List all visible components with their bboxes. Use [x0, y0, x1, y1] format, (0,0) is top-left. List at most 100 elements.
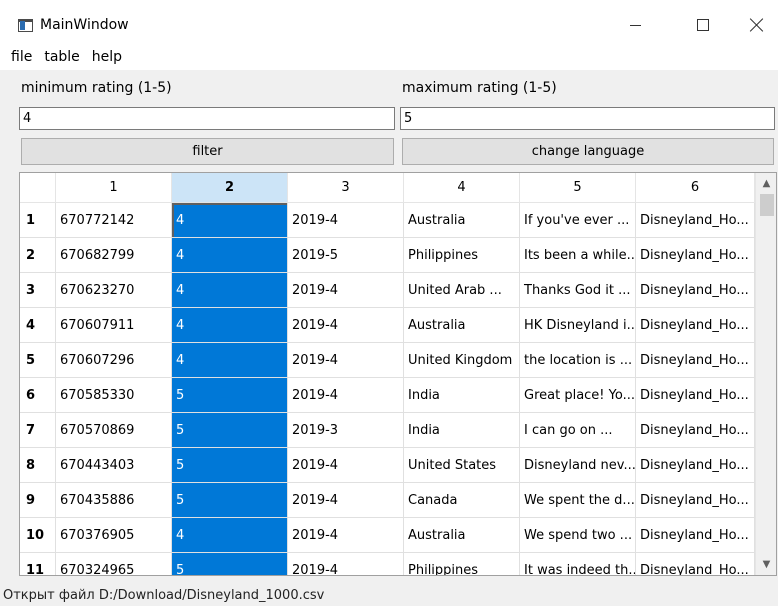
- close-button[interactable]: [734, 10, 778, 40]
- filter-button[interactable]: filter: [21, 138, 394, 165]
- min-rating-input[interactable]: 4: [19, 107, 395, 130]
- table-cell[interactable]: Disneyland_Ho...: [636, 238, 755, 273]
- table-cell[interactable]: 670435886: [56, 483, 172, 518]
- table-cell[interactable]: Disneyland_Ho...: [636, 483, 755, 518]
- table-cell[interactable]: 4: [172, 273, 288, 308]
- table-cell[interactable]: Disneyland nev...: [520, 448, 636, 483]
- table-cell[interactable]: Australia: [404, 203, 520, 238]
- table-cell[interactable]: 4: [172, 343, 288, 378]
- table-cell[interactable]: 5: [172, 448, 288, 483]
- table-cell[interactable]: 670623270: [56, 273, 172, 308]
- table-cell[interactable]: Disneyland_Ho...: [636, 413, 755, 448]
- table-cell[interactable]: Australia: [404, 518, 520, 553]
- column-header-2[interactable]: 2: [172, 173, 288, 203]
- table-cell[interactable]: Disneyland_Ho...: [636, 518, 755, 553]
- table-cell[interactable]: 2019-4: [288, 483, 404, 518]
- table-cell[interactable]: We spend two ...: [520, 518, 636, 553]
- data-table[interactable]: 1 2 3 4 5 6 1 670772142 4 2019-4 Australia If…: [19, 172, 777, 576]
- close-icon: [750, 18, 764, 32]
- table-cell[interactable]: 2019-3: [288, 413, 404, 448]
- table-cell[interactable]: Canada: [404, 483, 520, 518]
- table-cell[interactable]: 670570869: [56, 413, 172, 448]
- row-header[interactable]: 7: [20, 413, 56, 448]
- table-cell[interactable]: 2019-4: [288, 343, 404, 378]
- table-cell[interactable]: Disneyland_Ho...: [636, 553, 755, 575]
- table-cell[interactable]: 670443403: [56, 448, 172, 483]
- table-cell[interactable]: 670585330: [56, 378, 172, 413]
- table-cell[interactable]: 670324965: [56, 553, 172, 575]
- row-header[interactable]: 9: [20, 483, 56, 518]
- table-cell[interactable]: 4: [172, 518, 288, 553]
- table-cell[interactable]: Its been a while...: [520, 238, 636, 273]
- table-cell[interactable]: 5: [172, 483, 288, 518]
- table-cell[interactable]: Thanks God it ...: [520, 273, 636, 308]
- table-cell[interactable]: India: [404, 378, 520, 413]
- table-cell[interactable]: 2019-4: [288, 448, 404, 483]
- column-header-1[interactable]: 1: [56, 173, 172, 203]
- row-header[interactable]: 2: [20, 238, 56, 273]
- table-cell[interactable]: 4: [172, 238, 288, 273]
- table-cell[interactable]: United Arab ...: [404, 273, 520, 308]
- maximize-button[interactable]: [680, 10, 726, 40]
- table-cell[interactable]: 4: [172, 308, 288, 343]
- row-header[interactable]: 8: [20, 448, 56, 483]
- table-cell[interactable]: 670376905: [56, 518, 172, 553]
- table-cell[interactable]: If you've ever ...: [520, 203, 636, 238]
- table-cell[interactable]: 670682799: [56, 238, 172, 273]
- menu-file[interactable]: file: [6, 47, 37, 67]
- table-cell[interactable]: India: [404, 413, 520, 448]
- column-header-4[interactable]: 4: [404, 173, 520, 203]
- row-header[interactable]: 4: [20, 308, 56, 343]
- table-cell[interactable]: the location is ...: [520, 343, 636, 378]
- table-cell[interactable]: Australia: [404, 308, 520, 343]
- row-header[interactable]: 10: [20, 518, 56, 553]
- table-cell[interactable]: 2019-4: [288, 203, 404, 238]
- table-cell[interactable]: 4: [172, 203, 288, 238]
- column-header-6[interactable]: 6: [636, 173, 755, 203]
- row-header[interactable]: 1: [20, 203, 56, 238]
- table-cell[interactable]: 2019-4: [288, 553, 404, 575]
- table-cell[interactable]: United Kingdom: [404, 343, 520, 378]
- table-cell[interactable]: 5: [172, 413, 288, 448]
- change-language-button[interactable]: change language: [402, 138, 774, 165]
- chevron-up-icon[interactable]: ▲: [756, 175, 776, 192]
- table-cell[interactable]: United States: [404, 448, 520, 483]
- table-cell[interactable]: Philippines: [404, 238, 520, 273]
- table-cell[interactable]: 2019-5: [288, 238, 404, 273]
- corner-header[interactable]: [20, 173, 56, 203]
- minimize-button[interactable]: [612, 10, 658, 40]
- table-cell[interactable]: We spent the d...: [520, 483, 636, 518]
- table-cell[interactable]: 670607911: [56, 308, 172, 343]
- row-header[interactable]: 11: [20, 553, 56, 575]
- table-cell[interactable]: 670772142: [56, 203, 172, 238]
- vertical-scrollbar[interactable]: ▲ ▼: [755, 173, 776, 575]
- table-cell[interactable]: Disneyland_Ho...: [636, 308, 755, 343]
- table-cell[interactable]: 5: [172, 378, 288, 413]
- table-cell[interactable]: 2019-4: [288, 518, 404, 553]
- table-cell[interactable]: Disneyland_Ho...: [636, 273, 755, 308]
- table-cell[interactable]: 5: [172, 553, 288, 575]
- table-cell[interactable]: It was indeed th...: [520, 553, 636, 575]
- column-header-5[interactable]: 5: [520, 173, 636, 203]
- row-header[interactable]: 3: [20, 273, 56, 308]
- table-cell[interactable]: I can go on ...: [520, 413, 636, 448]
- table-cell[interactable]: 2019-4: [288, 378, 404, 413]
- table-cell[interactable]: Great place! Yo...: [520, 378, 636, 413]
- row-header[interactable]: 6: [20, 378, 56, 413]
- menu-help[interactable]: help: [87, 47, 127, 67]
- table-cell[interactable]: Disneyland_Ho...: [636, 378, 755, 413]
- table-cell[interactable]: HK Disneyland i...: [520, 308, 636, 343]
- column-header-3[interactable]: 3: [288, 173, 404, 203]
- table-cell[interactable]: 670607296: [56, 343, 172, 378]
- table-cell[interactable]: 2019-4: [288, 273, 404, 308]
- table-cell[interactable]: Disneyland_Ho...: [636, 203, 755, 238]
- max-rating-input[interactable]: 5: [400, 107, 775, 130]
- table-cell[interactable]: Disneyland_Ho...: [636, 343, 755, 378]
- table-cell[interactable]: 2019-4: [288, 308, 404, 343]
- table-cell[interactable]: Philippines: [404, 553, 520, 575]
- scroll-thumb[interactable]: [760, 194, 774, 216]
- menu-table[interactable]: table: [39, 47, 84, 67]
- row-header[interactable]: 5: [20, 343, 56, 378]
- table-cell[interactable]: Disneyland_Ho...: [636, 448, 755, 483]
- chevron-down-icon[interactable]: ▼: [756, 556, 776, 573]
